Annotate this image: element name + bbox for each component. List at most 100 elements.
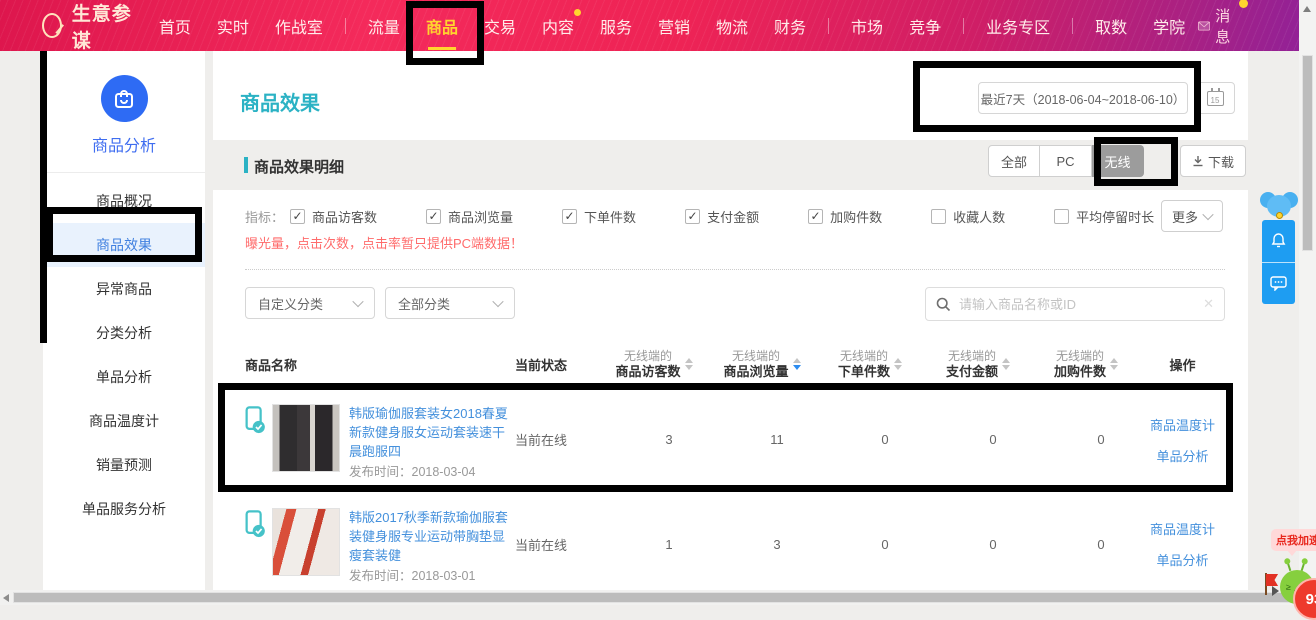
metric-header-name: 商品访客数: [615, 364, 680, 380]
column-header-metric-3: 无线端的支付金额: [924, 349, 1032, 380]
download-button[interactable]: 下载: [1180, 145, 1246, 177]
tab-wireless[interactable]: 无线: [1092, 145, 1144, 177]
more-metrics-button[interactable]: 更多: [1161, 200, 1223, 232]
tab-pc[interactable]: PC: [1040, 145, 1092, 177]
calendar-button[interactable]: 15: [1195, 82, 1235, 114]
nav-item-messages[interactable]: 消息: [1198, 5, 1238, 47]
custom-category-select[interactable]: 自定义分类: [245, 287, 375, 319]
calendar-icon: 15: [1207, 91, 1224, 106]
product-title-link[interactable]: 韩版瑜伽服套装女2018春夏新款健身服女运动套装速干晨跑服四: [349, 404, 515, 461]
nav-item-service[interactable]: 服务: [600, 14, 632, 38]
product-thumbnail[interactable]: [272, 404, 340, 472]
sort-arrows-icon[interactable]: [793, 358, 801, 370]
nav-item-content[interactable]: 内容: [542, 14, 574, 38]
filters-row: 自定义分类 全部分类 ✕: [245, 287, 1225, 321]
vertical-scroll-thumb[interactable]: [1302, 55, 1313, 251]
sidebar-item-item-service[interactable]: 单品服务分析: [43, 487, 205, 531]
status-value: 当前在线: [515, 430, 600, 449]
metric-checkbox-5[interactable]: 收藏人数: [931, 207, 1005, 226]
play-arrow-icon[interactable]: [1272, 586, 1279, 596]
metric-checkbox-3[interactable]: ✓支付金额: [685, 207, 759, 226]
nav-item-business-zone[interactable]: 业务专区: [986, 14, 1050, 38]
all-category-select[interactable]: 全部分类: [385, 287, 515, 319]
envelope-icon: [1198, 20, 1210, 32]
sidebar-item-thermometer[interactable]: 商品温度计: [43, 399, 205, 443]
scroll-up-arrow[interactable]: [1303, 6, 1311, 12]
bell-icon: [1270, 232, 1287, 249]
horizontal-scrollbar[interactable]: [0, 590, 1299, 605]
checkbox-icon: [1054, 209, 1069, 224]
sort-up-icon: [1002, 358, 1010, 363]
sidebar-item-category[interactable]: 分类分析: [43, 311, 205, 355]
all-category-value: 全部分类: [398, 294, 450, 313]
sidebar-title: 商品分析: [43, 132, 205, 173]
action-link[interactable]: 单品分析: [1156, 550, 1208, 569]
sidebar-item-effect[interactable]: 商品效果: [43, 223, 205, 267]
feedback-chat-button[interactable]: [1262, 262, 1295, 305]
metric-checkbox-1[interactable]: ✓商品浏览量: [426, 207, 513, 226]
sort-down-icon: [894, 365, 902, 370]
accelerate-bubble[interactable]: 点我加速: [1271, 529, 1316, 551]
date-range-value: 最近7天（2018-06-04~2018-06-10）: [981, 89, 1186, 108]
clear-search-icon[interactable]: ✕: [1203, 296, 1214, 312]
chevron-down-icon: [1202, 209, 1213, 220]
tab-all[interactable]: 全部: [988, 145, 1040, 177]
sidebar-item-single-item[interactable]: 单品分析: [43, 355, 205, 399]
sidebar-item-overview[interactable]: 商品概况: [43, 179, 205, 223]
metric-header-prefix: 无线端的: [615, 349, 680, 364]
metric-header-name: 加购件数: [1054, 364, 1106, 380]
sort-arrows-icon[interactable]: [685, 358, 693, 370]
dotted-divider: [245, 269, 1225, 270]
metric-label: 收藏人数: [953, 207, 1005, 226]
metric-value: 0: [1032, 537, 1140, 552]
brand[interactable]: 生意参谋: [42, 0, 132, 53]
nav-item-logistics[interactable]: 物流: [716, 14, 748, 38]
sort-arrows-icon[interactable]: [1002, 358, 1010, 370]
nav-item-realtime[interactable]: 实时: [217, 14, 249, 38]
scroll-left-arrow[interactable]: [3, 594, 9, 602]
floating-widget: [1262, 192, 1298, 304]
metric-checkbox-0[interactable]: ✓商品访客数: [290, 207, 377, 226]
sidebar-item-abnormal[interactable]: 异常商品: [43, 267, 205, 311]
product-title-link[interactable]: 韩版2017秋季新款瑜伽服套装健身服专业运动带胸垫显瘦套装健: [349, 508, 515, 565]
nav-item-home[interactable]: 首页: [159, 14, 191, 38]
page-title: 商品效果: [240, 87, 320, 116]
nav-item-market[interactable]: 市场: [851, 14, 883, 38]
pc-data-note: 曝光量，点击次数，点击率暂只提供PC端数据！: [245, 233, 1225, 252]
notification-bell-button[interactable]: [1262, 220, 1295, 262]
metric-checkbox-2[interactable]: ✓下单件数: [562, 207, 636, 226]
action-link[interactable]: 单品分析: [1156, 446, 1208, 465]
checkbox-icon: ✓: [290, 209, 305, 224]
metric-value: 3: [600, 432, 708, 447]
nav-item-trade[interactable]: 交易: [484, 14, 516, 38]
action-link[interactable]: 商品温度计: [1150, 519, 1215, 538]
nav-item-data-extract[interactable]: 取数: [1095, 14, 1127, 38]
checkbox-icon: ✓: [685, 209, 700, 224]
nav-item-traffic[interactable]: 流量: [368, 14, 400, 38]
metric-checkbox-6[interactable]: 平均停留时长: [1054, 207, 1154, 226]
content-header: 商品效果 最近7天（2018-06-04~2018-06-10） 15: [213, 51, 1248, 140]
nav-item-finance[interactable]: 财务: [774, 14, 806, 38]
sort-down-icon: [685, 365, 693, 370]
date-range-picker[interactable]: 最近7天（2018-06-04~2018-06-10）: [978, 82, 1188, 114]
vertical-scrollbar[interactable]: [1299, 0, 1316, 609]
nav-item-academy[interactable]: 学院: [1153, 14, 1185, 38]
horizontal-scroll-thumb[interactable]: [13, 592, 1297, 603]
sidebar-item-forecast[interactable]: 销量预测: [43, 443, 205, 487]
notification-dot: [574, 9, 581, 16]
nav-item-marketing[interactable]: 营销: [658, 14, 690, 38]
metric-checkbox-4[interactable]: ✓加购件数: [808, 207, 882, 226]
nav-item-goods[interactable]: 商品: [426, 14, 458, 38]
nav-item-competition[interactable]: 竞争: [909, 14, 941, 38]
product-thumbnail[interactable]: [272, 508, 340, 576]
sort-arrows-icon[interactable]: [1110, 358, 1118, 370]
sort-arrows-icon[interactable]: [894, 358, 902, 370]
product-cell: 韩版2017秋季新款瑜伽服套装健身服专业运动带胸垫显瘦套装健发布时间：2018-…: [245, 508, 515, 580]
table-row: 韩版2017秋季新款瑜伽服套装健身服专业运动带胸垫显瘦套装健发布时间：2018-…: [245, 492, 1225, 590]
metrics-label: 指标：: [245, 207, 284, 226]
action-link[interactable]: 商品温度计: [1150, 415, 1215, 434]
table-row: 韩版瑜伽服套装女2018春夏新款健身服女运动套装速干晨跑服四发布时间：2018-…: [245, 388, 1225, 492]
nav-item-warroom[interactable]: 作战室: [275, 14, 323, 38]
metric-value: 11: [708, 432, 816, 447]
product-search-input[interactable]: [959, 297, 1203, 312]
